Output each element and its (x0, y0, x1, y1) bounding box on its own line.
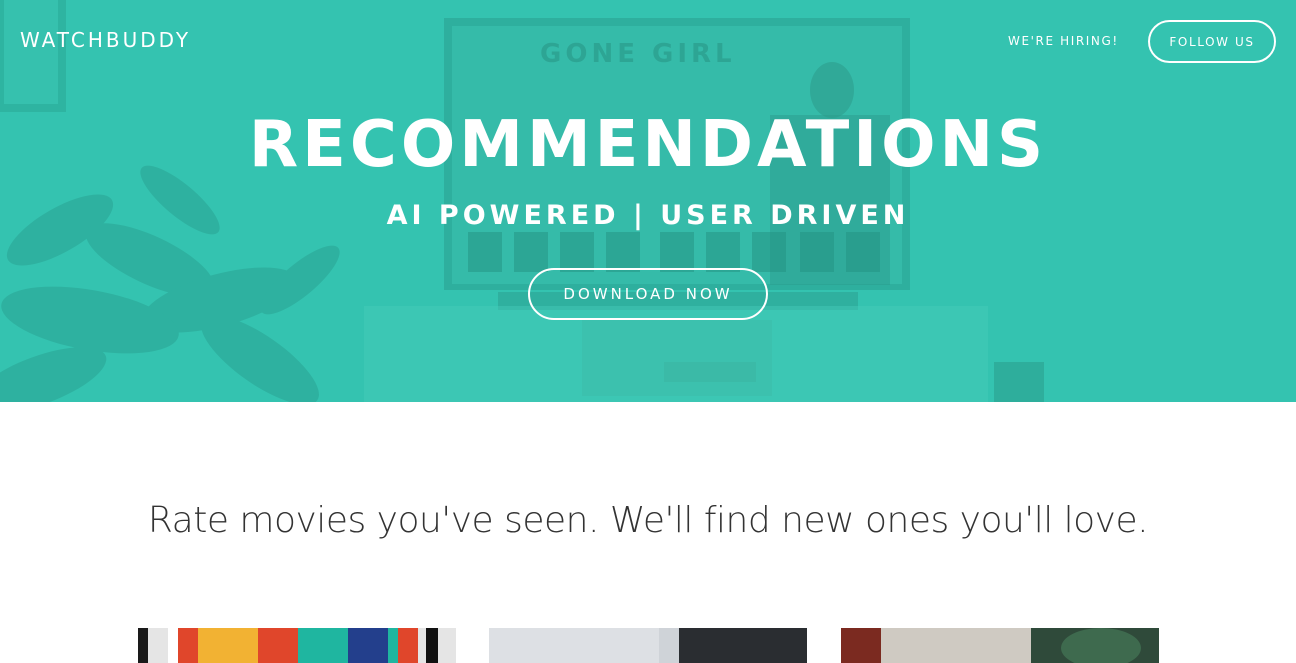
tagline: Rate movies you've seen. We'll find new … (147, 500, 1149, 541)
hero-subtitle: AI POWERED | USER DRIVEN (386, 200, 910, 231)
svg-text:GONE GIRL: GONE GIRL (540, 39, 736, 69)
follow-us-button[interactable]: FOLLOW US (1148, 20, 1276, 63)
feature-card-image-3 (841, 628, 1159, 663)
hero-title: RECOMMENDATIONS (248, 108, 1048, 182)
feature-card-image-1 (138, 628, 456, 663)
hero-section: GONE GIRL WATCHBUDDY WE'RE HIRING! FOLLO… (0, 0, 1296, 402)
feature-card-image-2 (489, 628, 807, 663)
nav-link-hiring[interactable]: WE'RE HIRING! (1008, 34, 1119, 48)
brand-logo[interactable]: WATCHBUDDY (20, 28, 191, 52)
download-now-button[interactable]: DOWNLOAD NOW (528, 268, 768, 320)
